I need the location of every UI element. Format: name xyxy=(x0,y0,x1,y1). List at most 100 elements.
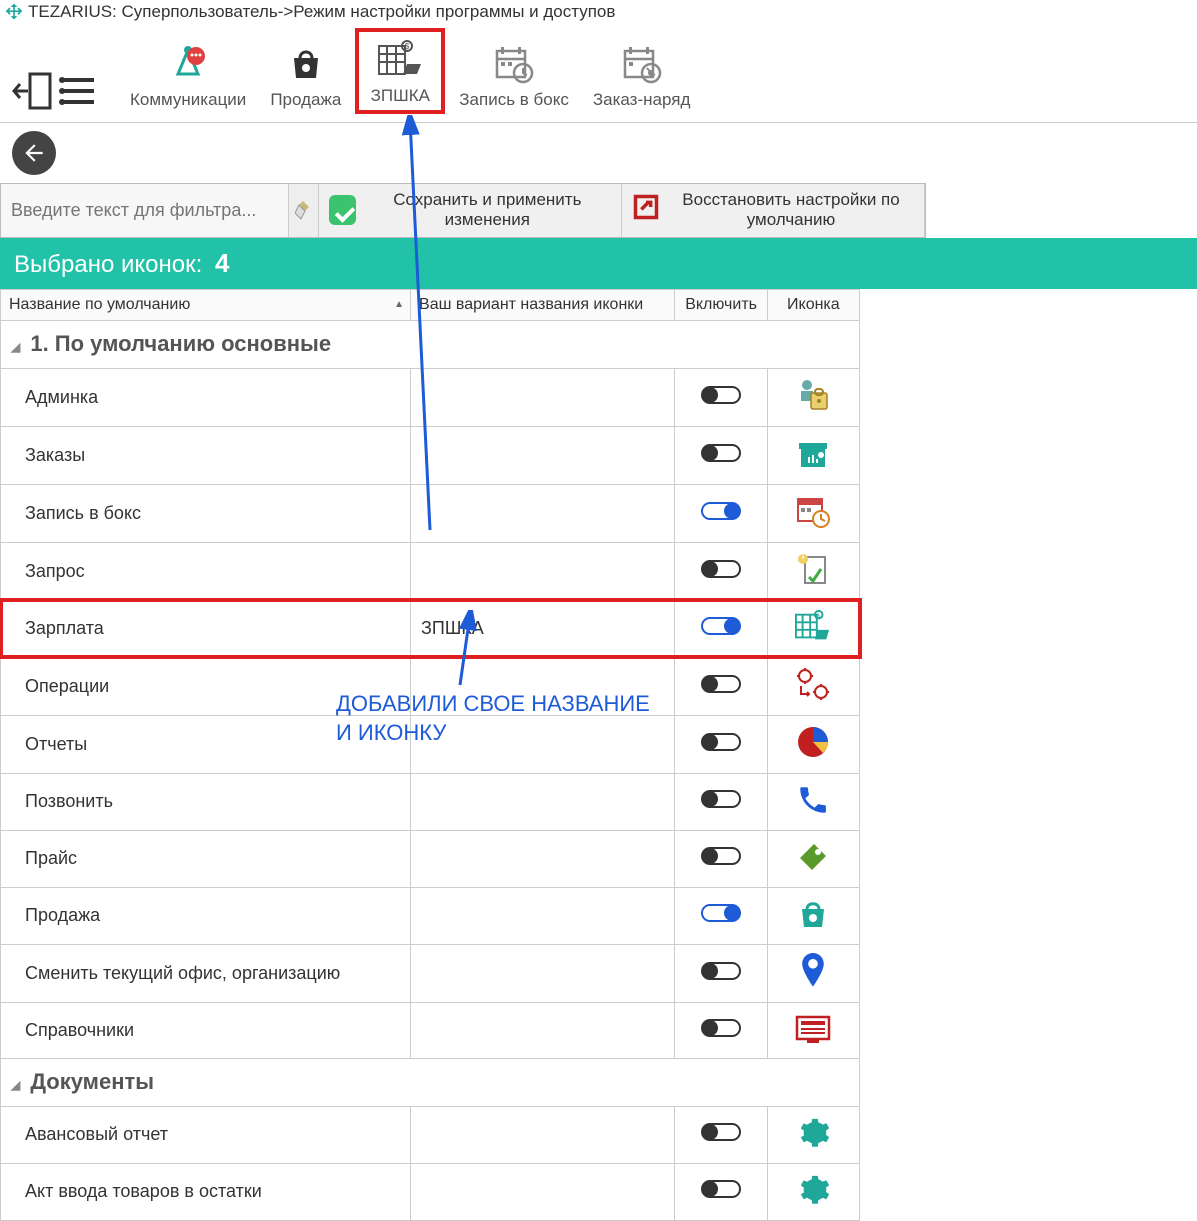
row-icon xyxy=(795,953,831,989)
cell-custom[interactable]: ЗПШКА xyxy=(411,600,675,657)
cell-icon xyxy=(767,944,859,1002)
column-header-enable[interactable]: Включить xyxy=(675,289,767,320)
cell-custom[interactable] xyxy=(411,1163,675,1220)
table-row[interactable]: Админка xyxy=(1,368,860,426)
restore-defaults-button[interactable]: Восстановить настройки по умолчанию xyxy=(622,184,925,237)
cell-enable[interactable] xyxy=(675,657,767,715)
cell-name: Запись в бокс xyxy=(1,484,411,542)
cell-custom[interactable] xyxy=(411,830,675,887)
column-header-custom[interactable]: Ваш вариант названия иконки xyxy=(411,289,675,320)
cell-icon xyxy=(767,426,859,484)
cell-enable[interactable] xyxy=(675,887,767,944)
group-header[interactable]: ◢ Документы xyxy=(1,1058,860,1106)
table-row[interactable]: Запись в бокс xyxy=(1,484,860,542)
ribbon-label: Продажа xyxy=(270,90,341,110)
cell-custom[interactable] xyxy=(411,944,675,1002)
table-row[interactable]: Справочники xyxy=(1,1002,860,1058)
ribbon-icon xyxy=(286,40,326,88)
cell-enable[interactable] xyxy=(675,368,767,426)
enable-toggle[interactable] xyxy=(701,790,741,808)
status-strip: Выбрано иконок: 4 xyxy=(0,238,1197,289)
cell-custom[interactable] xyxy=(411,368,675,426)
ribbon-label: Коммуникации xyxy=(130,90,246,110)
ribbon-label: ЗПШКА xyxy=(371,86,430,106)
cell-custom[interactable] xyxy=(411,484,675,542)
cell-enable[interactable] xyxy=(675,715,767,773)
cell-icon xyxy=(767,1106,859,1163)
row-icon xyxy=(795,1011,831,1047)
enable-toggle[interactable] xyxy=(701,847,741,865)
enable-toggle[interactable] xyxy=(701,386,741,404)
cell-enable[interactable] xyxy=(675,773,767,830)
table-row[interactable]: Авансовый отчет xyxy=(1,1106,860,1163)
table-row[interactable]: Заказы xyxy=(1,426,860,484)
filter-input[interactable] xyxy=(1,184,289,237)
ribbon-item-0[interactable]: Коммуникации xyxy=(120,28,256,114)
table-row[interactable]: Позвонить xyxy=(1,773,860,830)
cell-name: Админка xyxy=(1,368,411,426)
cell-name: Запрос xyxy=(1,542,411,600)
action-bar: Сохранить и применить изменения Восстано… xyxy=(0,183,926,238)
cell-name: Зарплата xyxy=(1,600,411,657)
back-button[interactable] xyxy=(12,131,56,175)
enable-toggle[interactable] xyxy=(701,502,741,520)
table-row[interactable]: Прайс xyxy=(1,830,860,887)
menu-icon[interactable] xyxy=(56,68,102,114)
cell-enable[interactable] xyxy=(675,830,767,887)
ribbon-item-1[interactable]: Продажа xyxy=(260,28,351,114)
exit-icon[interactable] xyxy=(8,68,54,114)
table-row[interactable]: Запрос xyxy=(1,542,860,600)
cell-enable[interactable] xyxy=(675,426,767,484)
cell-name: Заказы xyxy=(1,426,411,484)
cell-custom[interactable] xyxy=(411,773,675,830)
enable-toggle[interactable] xyxy=(701,1019,741,1037)
table-row[interactable]: ЗарплатаЗПШКА$ xyxy=(1,600,860,657)
enable-toggle[interactable] xyxy=(701,444,741,462)
cell-icon xyxy=(767,715,859,773)
row-icon xyxy=(795,377,831,413)
row-icon xyxy=(795,551,831,587)
cell-custom[interactable] xyxy=(411,887,675,944)
cell-enable[interactable] xyxy=(675,484,767,542)
cell-custom[interactable] xyxy=(411,1106,675,1163)
row-icon xyxy=(795,896,831,932)
ribbon-item-3[interactable]: Запись в бокс xyxy=(449,28,579,114)
save-apply-button[interactable]: Сохранить и применить изменения xyxy=(319,184,622,237)
enable-toggle[interactable] xyxy=(701,733,741,751)
enable-toggle[interactable] xyxy=(701,675,741,693)
cell-custom[interactable] xyxy=(411,542,675,600)
ribbon-toolbar: Коммуникации Продажа $ЗПШКАЗапись в боксЗа… xyxy=(0,24,1197,123)
ribbon-item-2[interactable]: $ЗПШКА xyxy=(355,28,445,114)
enable-toggle[interactable] xyxy=(701,904,741,922)
column-header-icon[interactable]: Иконка xyxy=(767,289,859,320)
enable-toggle[interactable] xyxy=(701,1180,741,1198)
cell-enable[interactable] xyxy=(675,542,767,600)
app-logo-icon xyxy=(4,2,24,22)
cell-custom[interactable] xyxy=(411,426,675,484)
cell-enable[interactable] xyxy=(675,1002,767,1058)
enable-toggle[interactable] xyxy=(701,560,741,578)
enable-toggle[interactable] xyxy=(701,1123,741,1141)
cell-custom[interactable] xyxy=(411,1002,675,1058)
row-icon xyxy=(795,666,831,702)
cell-enable[interactable] xyxy=(675,600,767,657)
cell-enable[interactable] xyxy=(675,944,767,1002)
enable-toggle[interactable] xyxy=(701,617,741,635)
row-icon xyxy=(795,1115,831,1151)
cell-enable[interactable] xyxy=(675,1106,767,1163)
window-title: TEZARIUS: Суперпользователь->Режим настр… xyxy=(28,2,615,22)
cell-icon xyxy=(767,657,859,715)
cell-icon xyxy=(767,368,859,426)
ribbon-item-4[interactable]: Заказ-наряд xyxy=(583,28,700,114)
table-row[interactable]: Акт ввода товаров в остатки xyxy=(1,1163,860,1220)
cell-name: Акт ввода товаров в остатки xyxy=(1,1163,411,1220)
table-row[interactable]: Продажа xyxy=(1,887,860,944)
enable-toggle[interactable] xyxy=(701,962,741,980)
cell-name: Сменить текущий офис, организацию xyxy=(1,944,411,1002)
column-header-name[interactable]: Название по умолчанию xyxy=(1,289,411,320)
cell-icon xyxy=(767,1002,859,1058)
clear-filter-button[interactable] xyxy=(289,184,319,237)
table-row[interactable]: Сменить текущий офис, организацию xyxy=(1,944,860,1002)
group-header[interactable]: ◢ 1. По умолчанию основные xyxy=(1,320,860,368)
cell-enable[interactable] xyxy=(675,1163,767,1220)
